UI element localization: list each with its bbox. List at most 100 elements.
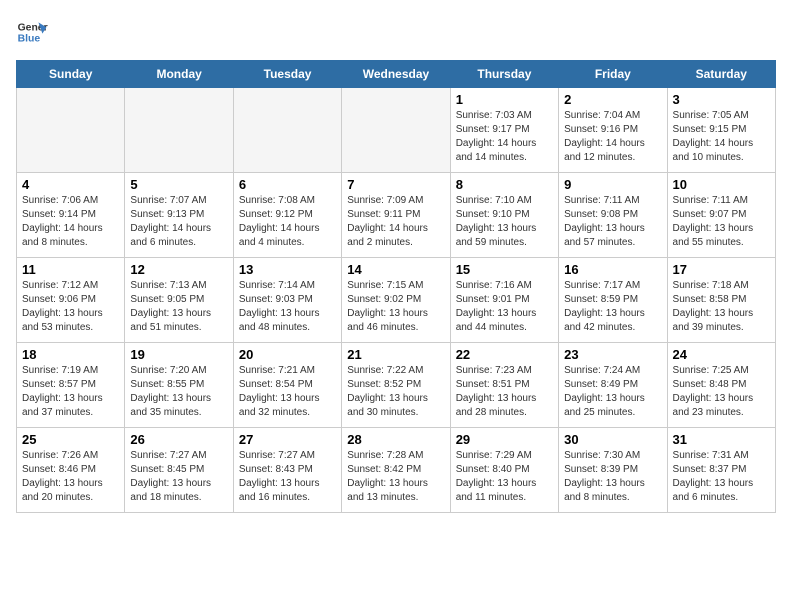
day-number: 28 [347,432,444,447]
day-info: Sunrise: 7:11 AM Sunset: 9:08 PM Dayligh… [564,194,661,250]
calendar-day: 11 Sunrise: 7:12 AM Sunset: 9:06 PM Dayli… [17,258,125,343]
calendar-day: 16Sunrise: 7:17 AM Sunset: 8:59 PM Dayli… [559,258,667,343]
day-number: 12 [130,262,227,277]
week-row-5: 25 Sunrise: 7:26 AM Sunset: 8:46 PM Dayli… [17,428,776,513]
calendar-day: 15 Sunrise: 7:16 AM Sunset: 9:01 PM Dayli… [450,258,558,343]
week-row-1: 1Sunrise: 7:03 AM Sunset: 9:17 PM Daylig… [17,88,776,173]
day-number: 11 [22,262,119,277]
weekday-header-friday: Friday [559,61,667,88]
calendar-day: 20 Sunrise: 7:21 AM Sunset: 8:54 PM Dayli… [233,343,341,428]
day-number: 20 [239,347,336,362]
day-number: 10 [673,177,770,192]
day-info: Sunrise: 7:27 AM Sunset: 8:45 PM Dayligh… [130,449,227,505]
day-number: 2 [564,92,661,107]
day-number: 7 [347,177,444,192]
day-info: Sunrise: 7:15 AM Sunset: 9:02 PM Dayligh… [347,279,444,335]
day-number: 13 [239,262,336,277]
day-info: Sunrise: 7:27 AM Sunset: 8:43 PM Dayligh… [239,449,336,505]
day-info: Sunrise: 7:29 AM Sunset: 8:40 PM Dayligh… [456,449,553,505]
calendar-day: 10 Sunrise: 7:11 AM Sunset: 9:07 PM Dayli… [667,173,775,258]
day-info: Sunrise: 7:20 AM Sunset: 8:55 PM Dayligh… [130,364,227,420]
weekday-header-saturday: Saturday [667,61,775,88]
day-number: 23 [564,347,661,362]
calendar-day: 2 Sunrise: 7:04 AM Sunset: 9:16 PM Daylig… [559,88,667,173]
day-info: Sunrise: 7:05 AM Sunset: 9:15 PM Dayligh… [673,109,770,165]
calendar-day: 1Sunrise: 7:03 AM Sunset: 9:17 PM Daylig… [450,88,558,173]
day-number: 4 [22,177,119,192]
calendar-day: 12 Sunrise: 7:13 AM Sunset: 9:05 PM Dayli… [125,258,233,343]
day-info: Sunrise: 7:07 AM Sunset: 9:13 PM Dayligh… [130,194,227,250]
day-info: Sunrise: 7:19 AM Sunset: 8:57 PM Dayligh… [22,364,119,420]
day-info: Sunrise: 7:24 AM Sunset: 8:49 PM Dayligh… [564,364,661,420]
day-number: 29 [456,432,553,447]
calendar-day: 18 Sunrise: 7:19 AM Sunset: 8:57 PM Dayli… [17,343,125,428]
calendar-day: 17 Sunrise: 7:18 AM Sunset: 8:58 PM Dayli… [667,258,775,343]
day-info: Sunrise: 7:04 AM Sunset: 9:16 PM Dayligh… [564,109,661,165]
calendar-day [233,88,341,173]
week-row-4: 18 Sunrise: 7:19 AM Sunset: 8:57 PM Dayli… [17,343,776,428]
day-info: Sunrise: 7:23 AM Sunset: 8:51 PM Dayligh… [456,364,553,420]
day-number: 31 [673,432,770,447]
day-info: Sunrise: 7:26 AM Sunset: 8:46 PM Dayligh… [22,449,119,505]
day-info: Sunrise: 7:25 AM Sunset: 8:48 PM Dayligh… [673,364,770,420]
calendar-day: 14 Sunrise: 7:15 AM Sunset: 9:02 PM Dayli… [342,258,450,343]
day-number: 27 [239,432,336,447]
day-info: Sunrise: 7:06 AM Sunset: 9:14 PM Dayligh… [22,194,119,250]
calendar-day: 13 Sunrise: 7:14 AM Sunset: 9:03 PM Dayli… [233,258,341,343]
weekday-header-wednesday: Wednesday [342,61,450,88]
day-number: 3 [673,92,770,107]
day-info: Sunrise: 7:12 AM Sunset: 9:06 PM Dayligh… [22,279,119,335]
day-number: 15 [456,262,553,277]
day-info: Sunrise: 7:14 AM Sunset: 9:03 PM Dayligh… [239,279,336,335]
calendar-day: 3 Sunrise: 7:05 AM Sunset: 9:15 PM Daylig… [667,88,775,173]
calendar-day: 29 Sunrise: 7:29 AM Sunset: 8:40 PM Dayli… [450,428,558,513]
day-info: Sunrise: 7:22 AM Sunset: 8:52 PM Dayligh… [347,364,444,420]
day-info: Sunrise: 7:03 AM Sunset: 9:17 PM Dayligh… [456,109,553,165]
day-number: 18 [22,347,119,362]
day-info: Sunrise: 7:08 AM Sunset: 9:12 PM Dayligh… [239,194,336,250]
calendar-day: 23 Sunrise: 7:24 AM Sunset: 8:49 PM Dayli… [559,343,667,428]
day-number: 24 [673,347,770,362]
day-info: Sunrise: 7:21 AM Sunset: 8:54 PM Dayligh… [239,364,336,420]
calendar-day: 31Sunrise: 7:31 AM Sunset: 8:37 PM Dayli… [667,428,775,513]
day-number: 17 [673,262,770,277]
calendar-day: 4 Sunrise: 7:06 AM Sunset: 9:14 PM Daylig… [17,173,125,258]
calendar-day: 24 Sunrise: 7:25 AM Sunset: 8:48 PM Dayli… [667,343,775,428]
day-info: Sunrise: 7:28 AM Sunset: 8:42 PM Dayligh… [347,449,444,505]
calendar-day [125,88,233,173]
day-number: 14 [347,262,444,277]
calendar-day: 7 Sunrise: 7:09 AM Sunset: 9:11 PM Daylig… [342,173,450,258]
calendar-day [342,88,450,173]
calendar-day: 19 Sunrise: 7:20 AM Sunset: 8:55 PM Dayli… [125,343,233,428]
day-number: 16 [564,262,661,277]
calendar-day: 22 Sunrise: 7:23 AM Sunset: 8:51 PM Dayli… [450,343,558,428]
day-info: Sunrise: 7:13 AM Sunset: 9:05 PM Dayligh… [130,279,227,335]
day-number: 26 [130,432,227,447]
logo: General Blue [16,16,48,48]
calendar-day: 9 Sunrise: 7:11 AM Sunset: 9:08 PM Daylig… [559,173,667,258]
day-number: 21 [347,347,444,362]
weekday-header-row: SundayMondayTuesdayWednesdayThursdayFrid… [17,61,776,88]
weekday-header-sunday: Sunday [17,61,125,88]
calendar-day [17,88,125,173]
calendar-day: 25 Sunrise: 7:26 AM Sunset: 8:46 PM Dayli… [17,428,125,513]
calendar-day: 5 Sunrise: 7:07 AM Sunset: 9:13 PM Daylig… [125,173,233,258]
weekday-header-thursday: Thursday [450,61,558,88]
day-number: 19 [130,347,227,362]
calendar-day: 8Sunrise: 7:10 AM Sunset: 9:10 PM Daylig… [450,173,558,258]
day-number: 9 [564,177,661,192]
day-number: 6 [239,177,336,192]
day-number: 22 [456,347,553,362]
day-info: Sunrise: 7:18 AM Sunset: 8:58 PM Dayligh… [673,279,770,335]
day-number: 5 [130,177,227,192]
day-info: Sunrise: 7:11 AM Sunset: 9:07 PM Dayligh… [673,194,770,250]
week-row-3: 11 Sunrise: 7:12 AM Sunset: 9:06 PM Dayli… [17,258,776,343]
page-header: General Blue [16,16,776,48]
day-info: Sunrise: 7:16 AM Sunset: 9:01 PM Dayligh… [456,279,553,335]
calendar-day: 28 Sunrise: 7:28 AM Sunset: 8:42 PM Dayli… [342,428,450,513]
calendar-table: SundayMondayTuesdayWednesdayThursdayFrid… [16,60,776,513]
day-info: Sunrise: 7:30 AM Sunset: 8:39 PM Dayligh… [564,449,661,505]
weekday-header-monday: Monday [125,61,233,88]
day-info: Sunrise: 7:09 AM Sunset: 9:11 PM Dayligh… [347,194,444,250]
day-number: 25 [22,432,119,447]
